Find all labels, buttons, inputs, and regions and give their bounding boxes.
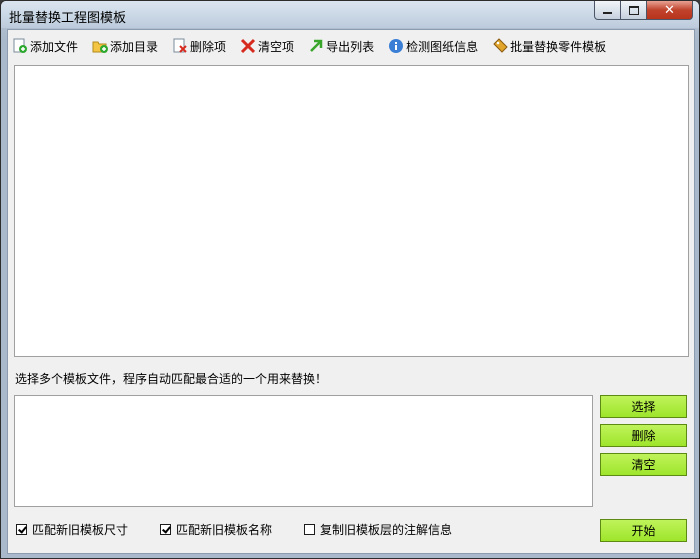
copy-notes-checkbox[interactable]: 复制旧模板层的注解信息 [304,521,452,538]
match-name-checkbox[interactable]: 匹配新旧模板名称 [160,521,272,538]
window-title: 批量替换工程图模板 [9,11,127,26]
match-size-checkbox[interactable]: 匹配新旧模板尺寸 [16,521,128,538]
close-icon: ✕ [664,2,675,18]
check-drawing-info-button[interactable]: 检测图纸信息 [388,38,478,55]
copy-notes-check-box [304,524,315,535]
copy-notes-label: 复制旧模板层的注解信息 [320,523,453,537]
window-controls: ✕ [594,1,693,21]
add-directory-label: 添加目录 [110,39,159,54]
clear-templates-button[interactable]: 清空 [600,453,687,476]
match-size-check-box [16,524,27,535]
app-window: 批量替换工程图模板 ✕ 添加文件 添加目录 删除项 清空项 导出列表 检测图纸信… [0,0,700,559]
match-name-label: 匹配新旧模板名称 [176,523,273,537]
export-list-label: 导出列表 [326,39,375,54]
info-icon [388,38,404,54]
close-button[interactable]: ✕ [647,1,693,20]
start-button[interactable]: 开始 [600,519,687,542]
clear-items-label: 清空项 [258,39,295,54]
delete-template-button[interactable]: 删除 [600,424,687,447]
batch-replace-part-template-button[interactable]: 批量替换零件模板 [492,38,606,55]
toolbar: 添加文件 添加目录 删除项 清空项 导出列表 检测图纸信息 批量替换零件模板 [12,34,620,58]
export-list-button[interactable]: 导出列表 [308,38,374,55]
clear-items-button[interactable]: 清空项 [240,38,294,55]
template-hint: 选择多个模板文件，程序自动匹配最合适的一个用来替换！ [15,372,328,386]
add-file-button[interactable]: 添加文件 [12,38,78,55]
maximize-button[interactable] [621,1,647,20]
tag-icon [492,38,508,54]
delete-file-icon [172,38,188,54]
export-arrow-icon [308,38,324,54]
file-list[interactable] [14,65,689,357]
check-drawing-info-label: 检测图纸信息 [406,39,479,54]
minimize-button[interactable] [594,1,621,20]
batch-replace-part-template-label: 批量替换零件模板 [510,39,607,54]
minimize-icon [603,12,612,14]
select-template-button[interactable]: 选择 [600,395,687,418]
delete-item-button[interactable]: 删除项 [172,38,226,55]
title-bar[interactable]: 批量替换工程图模板 ✕ [1,1,699,28]
add-directory-button[interactable]: 添加目录 [92,38,158,55]
client-area: 添加文件 添加目录 删除项 清空项 导出列表 检测图纸信息 批量替换零件模板 选… [7,29,695,554]
add-folder-icon [92,38,109,54]
clear-x-icon [240,38,256,54]
match-name-check-box [160,524,171,535]
add-file-label: 添加文件 [30,39,79,54]
add-file-icon [12,38,28,54]
template-list[interactable] [14,395,593,507]
delete-item-label: 删除项 [190,39,227,54]
match-size-label: 匹配新旧模板尺寸 [32,523,129,537]
maximize-icon [628,5,639,15]
